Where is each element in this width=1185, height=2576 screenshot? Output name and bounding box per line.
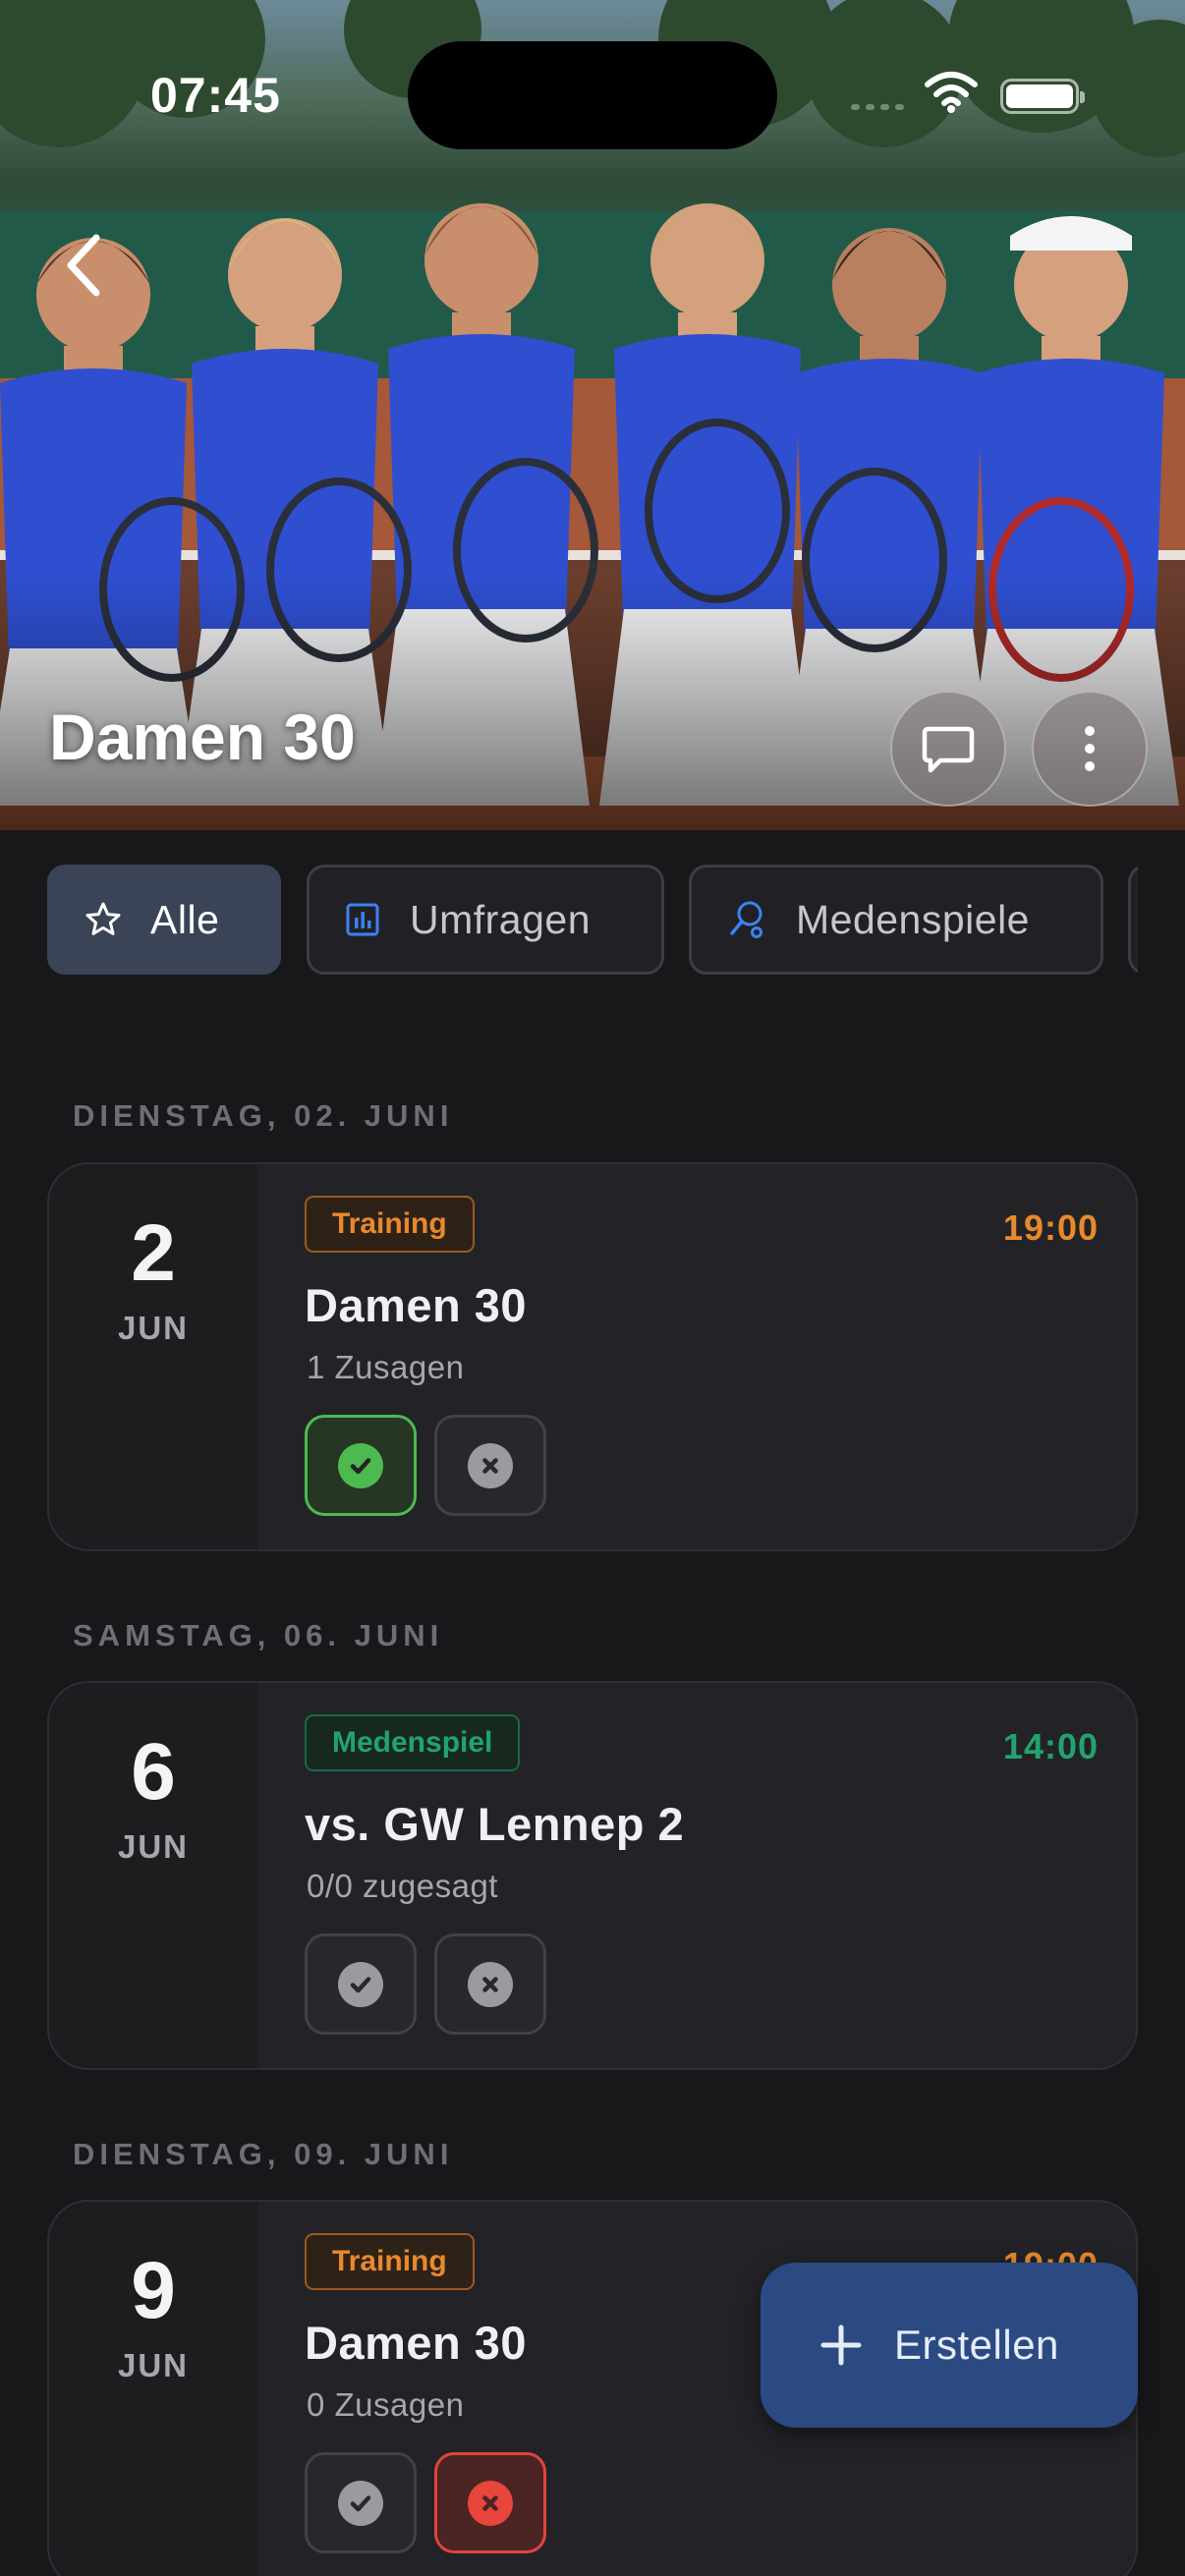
cellular-signal-icon <box>851 104 904 110</box>
event-title: vs. GW Lennep 2 <box>305 1798 685 1850</box>
check-icon <box>350 2494 371 2511</box>
accept-button[interactable] <box>305 1415 417 1516</box>
accept-button[interactable] <box>305 2452 417 2553</box>
decline-button[interactable] <box>434 1933 546 2035</box>
poll-chart-icon <box>346 903 379 936</box>
filter-chip-label: Alle <box>150 896 220 942</box>
create-button-label: Erstellen <box>894 2322 1059 2368</box>
event-time: 14:00 <box>1002 1726 1099 1766</box>
date-section-header: DIENSTAG, 09. JUNI <box>73 2137 454 2171</box>
filter-chip-more[interactable] <box>1128 865 1138 975</box>
status-time: 07:45 <box>150 68 281 123</box>
close-icon <box>482 1457 498 1474</box>
event-month: JUN <box>117 2347 190 2383</box>
event-attendance: 0 Zusagen <box>307 2386 465 2423</box>
close-icon <box>482 1976 498 1992</box>
event-month: JUN <box>117 1828 190 1865</box>
event-day: 9 <box>131 2246 176 2335</box>
date-section-header: DIENSTAG, 02. JUNI <box>73 1098 454 1133</box>
decline-button[interactable] <box>434 2452 546 2553</box>
check-icon <box>350 1976 371 1992</box>
date-section-header: SAMSTAG, 06. JUNI <box>73 1618 444 1652</box>
back-button[interactable] <box>57 226 116 305</box>
more-vertical-icon <box>1085 726 1095 771</box>
tennis-racket-icon <box>730 901 762 938</box>
create-event-button[interactable]: Erstellen <box>761 2263 1138 2428</box>
star-icon <box>85 902 121 935</box>
close-icon <box>482 2494 498 2511</box>
filter-chip-medenspiele[interactable]: Medenspiele <box>689 865 1103 975</box>
check-icon <box>350 1457 371 1474</box>
chevron-left-icon <box>67 234 100 297</box>
event-date: 2 JUN <box>49 1164 257 1549</box>
battery-icon <box>1000 79 1085 114</box>
event-month: JUN <box>117 1310 190 1346</box>
filter-chip-umfragen[interactable]: Umfragen <box>307 865 664 975</box>
filter-chip-alle[interactable]: Alle <box>47 865 281 975</box>
event-attendance: 0/0 zugesagt <box>307 1868 498 1904</box>
filter-chip-bar: Alle Umfragen Medenspiele <box>47 865 1138 975</box>
event-type-badge: Training <box>305 1196 475 1253</box>
dynamic-island <box>408 41 777 149</box>
event-attendance: 1 Zusagen <box>307 1349 465 1385</box>
chat-bubble-icon <box>922 726 975 773</box>
filter-chip-label: Medenspiele <box>796 896 1030 942</box>
filter-chip-label: Umfragen <box>410 896 592 942</box>
event-title: Damen 30 <box>305 2317 528 2369</box>
chat-button[interactable] <box>890 691 1006 807</box>
event-date: 6 JUN <box>49 1683 257 2068</box>
event-date: 9 JUN <box>49 2202 257 2576</box>
event-type-badge: Training <box>305 2233 475 2290</box>
event-time: 19:00 <box>1002 1207 1099 1248</box>
accept-button[interactable] <box>305 1933 417 2035</box>
plus-icon <box>820 2324 862 2366</box>
event-card[interactable]: 2 JUN Training 19:00 Damen 30 1 Zusagen <box>47 1162 1138 1551</box>
more-options-button[interactable] <box>1032 691 1148 807</box>
event-day: 6 <box>131 1727 176 1817</box>
wifi-icon <box>925 72 978 113</box>
event-card[interactable]: 6 JUN Medenspiel 14:00 vs. GW Lennep 2 0… <box>47 1681 1138 2070</box>
event-title: Damen 30 <box>305 1279 528 1331</box>
event-day: 2 <box>131 1208 176 1298</box>
team-title: Damen 30 <box>49 700 356 773</box>
event-type-badge: Medenspiel <box>305 1714 521 1771</box>
decline-button[interactable] <box>434 1415 546 1516</box>
